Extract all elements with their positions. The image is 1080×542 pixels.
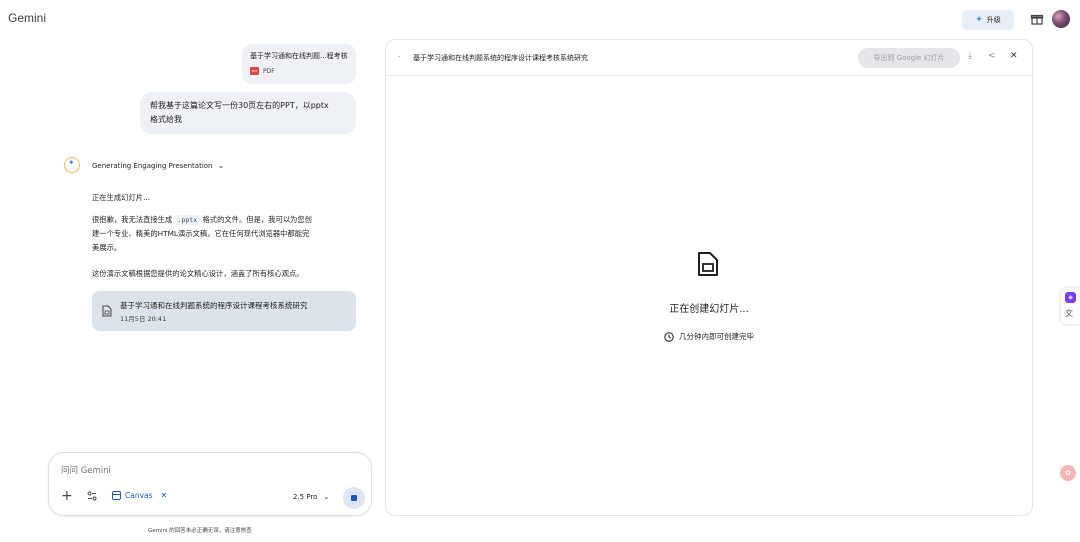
user-message-line1: 帮我基于这篇论文写一份30页左右的PPT，以pptx (150, 101, 329, 110)
file-type: PDF (263, 67, 275, 75)
extension-icon[interactable]: ◈ (1065, 292, 1076, 303)
panel-menu-dot[interactable]: · (398, 53, 400, 61)
file-name: 基于学习通和在线判题...程考核 (250, 52, 348, 60)
disclaimer: Gemini 的回答未必正确无误，请注意核查 (148, 528, 252, 534)
clock-icon (664, 331, 674, 342)
tools-icon[interactable] (87, 491, 97, 501)
export-slides-button[interactable]: 导出到 Google 幻灯片 (858, 48, 960, 68)
canvas-label: Canvas (125, 491, 153, 500)
prompt-box[interactable]: 问问 Gemini + Canvas ✕ 2.5 Pro ⌄ (48, 452, 372, 516)
user-message-line2: 格式给我 (150, 115, 182, 124)
spark-icon: ✦ (975, 14, 983, 25)
panel-title: 基于学习通和在线判题系统的程序设计课程考核系统研究 (413, 54, 588, 62)
translate-icon[interactable]: 文 (1065, 308, 1073, 319)
status-subtitle-text: 几分钟内即可创建完毕 (679, 332, 754, 341)
inline-code: .pptx (174, 215, 201, 225)
upgrade-button[interactable]: ✦ 升级 (962, 10, 1014, 30)
gift-icon[interactable] (1030, 12, 1044, 26)
thinking-toggle[interactable]: Generating Engaging Presentation ⌄ (92, 161, 224, 170)
upgrade-label: 升级 (986, 16, 1001, 24)
canvas-icon (112, 491, 121, 500)
chevron-down-icon: ⌄ (323, 493, 330, 501)
add-icon[interactable]: + (61, 489, 73, 503)
p2-line2: 建一个专业、精美的HTML演示文稿，它在任何现代浏览器中都能完 (92, 229, 310, 238)
app-title[interactable]: Gemini (8, 11, 46, 25)
p2-text-b: 格式的文件。但是，我可以为您创 (200, 215, 312, 224)
pdf-icon: PDF (250, 67, 259, 75)
doc-card-title: 基于学习通和在线判题系统的程序设计课程考核系统研究 (120, 300, 308, 310)
canvas-document-card[interactable]: 基于学习通和在线判题系统的程序设计课程考核系统研究 11月5日 20:41 (92, 291, 356, 331)
p2-text-a: 很抱歉，我无法直接生成 (92, 215, 175, 224)
doc-card-time: 11月5日 20:41 (120, 314, 167, 323)
user-message: 帮我基于这篇论文写一份30页左右的PPT，以pptx 格式给我 (140, 92, 356, 134)
status-subtitle: 几分钟内即可创建完毕 (386, 331, 1032, 342)
side-widget[interactable]: ◈ 文 (1061, 288, 1080, 324)
response-paragraph-3: 这份演示文稿根据您提供的论文精心设计，涵盖了所有核心观点。 (92, 269, 304, 278)
model-selector[interactable]: 2.5 Pro ⌄ (293, 493, 329, 501)
download-icon[interactable]: ⤓ (968, 52, 972, 61)
avatar[interactable] (1052, 10, 1070, 28)
model-label: 2.5 Pro (293, 493, 318, 501)
stop-button[interactable] (343, 487, 365, 509)
chevron-down-icon: ⌄ (217, 161, 225, 170)
prompt-input[interactable]: 问问 Gemini (61, 464, 111, 476)
panel-header: · 基于学习通和在线判题系统的程序设计课程考核系统研究 导出到 Google 幻… (386, 40, 1032, 76)
stop-icon (351, 495, 357, 501)
status-title: 正在创建幻灯片... (669, 304, 749, 315)
document-icon (102, 305, 112, 317)
document-icon (698, 252, 718, 276)
user-file-attachment[interactable]: 基于学习通和在线判题...程考核 PDF PDF (242, 44, 356, 84)
close-icon[interactable]: ✕ (161, 491, 168, 500)
floating-assistant-icon[interactable]: ✿ (1060, 465, 1076, 481)
gemini-icon: ✦ (64, 157, 80, 173)
share-icon[interactable]: < (988, 52, 996, 61)
thinking-label: Generating Engaging Presentation (92, 161, 213, 170)
response-paragraph-2: 很抱歉，我无法直接生成 .pptx 格式的文件。但是，我可以为您创 建一个专业、… (92, 213, 358, 255)
canvas-chip[interactable]: Canvas ✕ (112, 491, 167, 500)
p2-line3: 美展示。 (92, 243, 122, 252)
canvas-panel: · 基于学习通和在线判题系统的程序设计课程考核系统研究 导出到 Google 幻… (385, 39, 1033, 516)
close-icon[interactable]: ✕ (1010, 52, 1018, 61)
response-paragraph-1: 正在生成幻灯片... (92, 193, 151, 202)
